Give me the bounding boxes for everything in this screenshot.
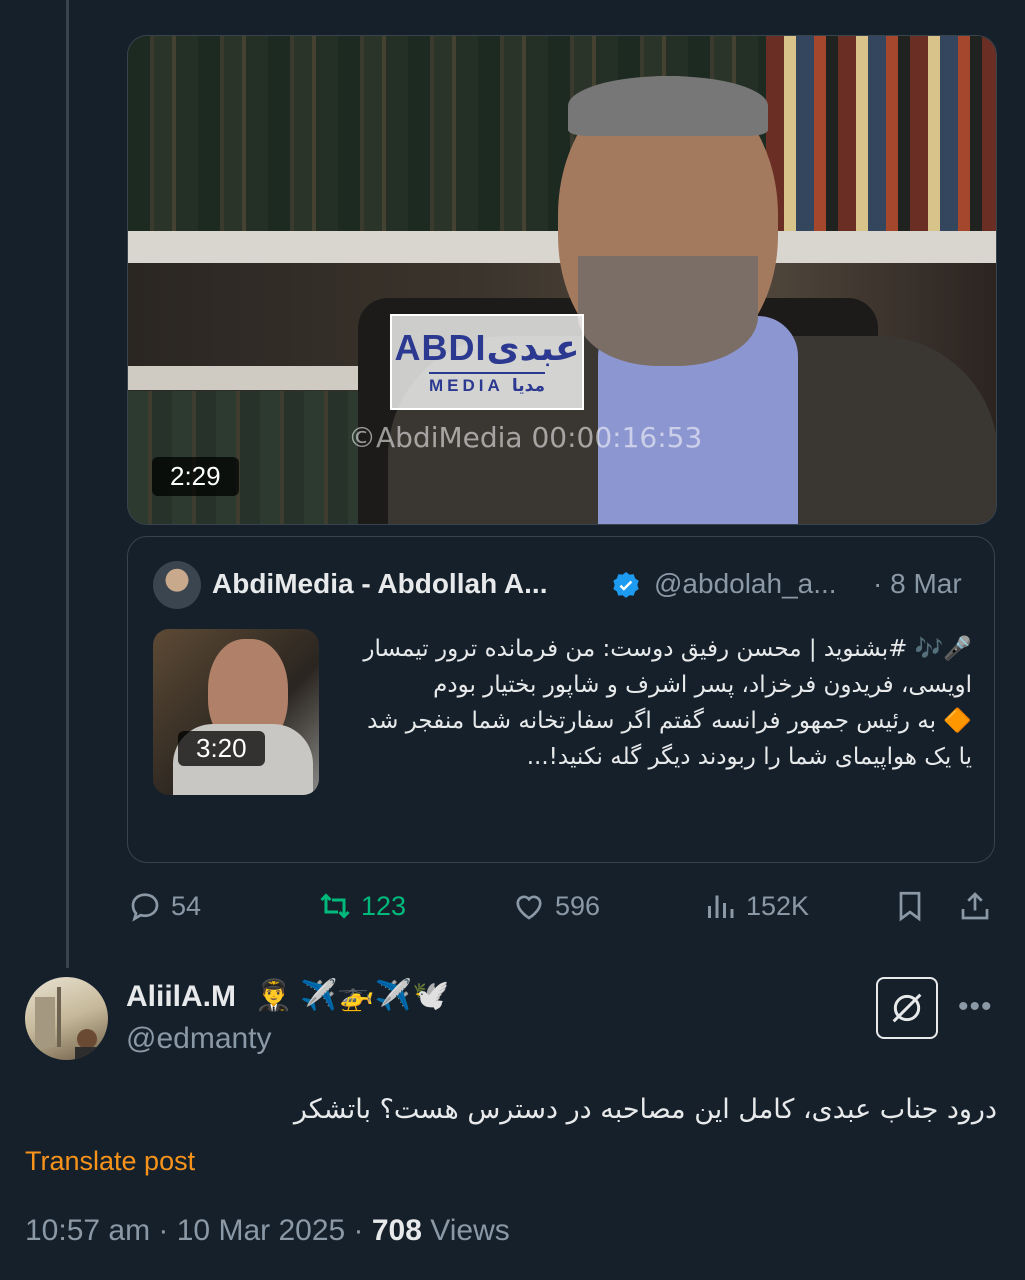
grok-button[interactable] <box>876 977 938 1039</box>
quoted-post-date[interactable]: · 8 Mar <box>873 568 962 600</box>
views-count: 152K <box>746 890 810 921</box>
logo-main-text: ABDIعبدی <box>394 327 580 368</box>
like-count: 596 <box>555 890 601 921</box>
quoted-post-card[interactable]: AbdiMedia - Abdollah A... @abdolah_a... … <box>127 536 995 863</box>
reply-author-name[interactable]: AliilA.M <box>126 980 236 1014</box>
quoted-author-name[interactable]: AbdiMedia - Abdollah A... <box>212 568 547 600</box>
avatar-image <box>35 987 101 1060</box>
post-timestamp[interactable]: 10:57 am · 10 Mar 2025 · <box>25 1214 372 1247</box>
post-metadata: 10:57 am · 10 Mar 2025 · 708 Views <box>25 1214 510 1248</box>
books-background <box>766 36 996 246</box>
post-view-count: 708 <box>371 1214 422 1247</box>
aircraft-emoji: ✈️🚁✈️🕊️ <box>300 979 450 1012</box>
quoted-author-handle[interactable]: @abdolah_a... <box>654 568 837 600</box>
video-watermark: ©AbdiMedia 00:00:16:53 <box>348 421 703 454</box>
quoted-author-avatar[interactable] <box>153 561 201 609</box>
abdimedia-logo: ABDIعبدی MEDIA مدیا <box>390 314 584 410</box>
video-duration-badge: 2:29 <box>152 457 239 496</box>
reply-author-handle[interactable]: @edmanty <box>126 1022 272 1056</box>
reply-text: درود جناب عبدی، کامل این مصاحبه در دسترس… <box>293 1094 997 1125</box>
analytics-icon <box>708 895 734 918</box>
repost-button[interactable]: 123 <box>317 888 406 924</box>
verified-badge-icon <box>613 572 639 598</box>
reply-button[interactable]: 54 <box>127 888 201 924</box>
quoted-text-line: 🔶 به رئیس جمهور فرانسه گفتم اگر سفارتخان… <box>367 708 972 770</box>
views-button[interactable]: 152K <box>702 888 809 924</box>
quoted-video-thumbnail[interactable]: 3:20 <box>153 629 319 795</box>
like-button[interactable]: 596 <box>511 888 600 924</box>
logo-sub-text: MEDIA مدیا <box>429 372 545 396</box>
reply-count: 54 <box>171 890 202 921</box>
repost-icon <box>320 893 350 919</box>
views-label: Views <box>421 1214 510 1247</box>
translate-post-link[interactable]: Translate post <box>25 1146 195 1177</box>
video-player[interactable]: ABDIعبدی MEDIA مدیا ©AbdiMedia 00:00:16:… <box>127 35 997 525</box>
share-button[interactable] <box>957 888 993 924</box>
pilot-emoji: 👨‍✈️ <box>255 979 293 1012</box>
bookmark-icon <box>899 891 921 922</box>
reply-icon <box>131 893 159 922</box>
share-icon <box>961 892 989 920</box>
heart-icon <box>516 895 542 920</box>
repost-count: 123 <box>361 890 407 921</box>
quoted-text-line: 🎤🎶 #بشنوید | محسن رفیق دوست: من فرمانده … <box>363 636 972 698</box>
grok-icon <box>892 993 922 1023</box>
post-action-bar: 54 123 596 152K <box>127 888 993 932</box>
quoted-video-duration: 3:20 <box>178 731 265 766</box>
more-options-icon[interactable]: ••• <box>958 990 993 1024</box>
reply-author-avatar[interactable] <box>25 977 108 1060</box>
bookmark-button[interactable] <box>892 888 928 924</box>
thread-connector-line <box>66 0 69 968</box>
person-beard <box>578 256 758 366</box>
quoted-post-text: 🎤🎶 #بشنوید | محسن رفیق دوست: من فرمانده … <box>348 631 972 775</box>
person-hair <box>568 76 768 136</box>
